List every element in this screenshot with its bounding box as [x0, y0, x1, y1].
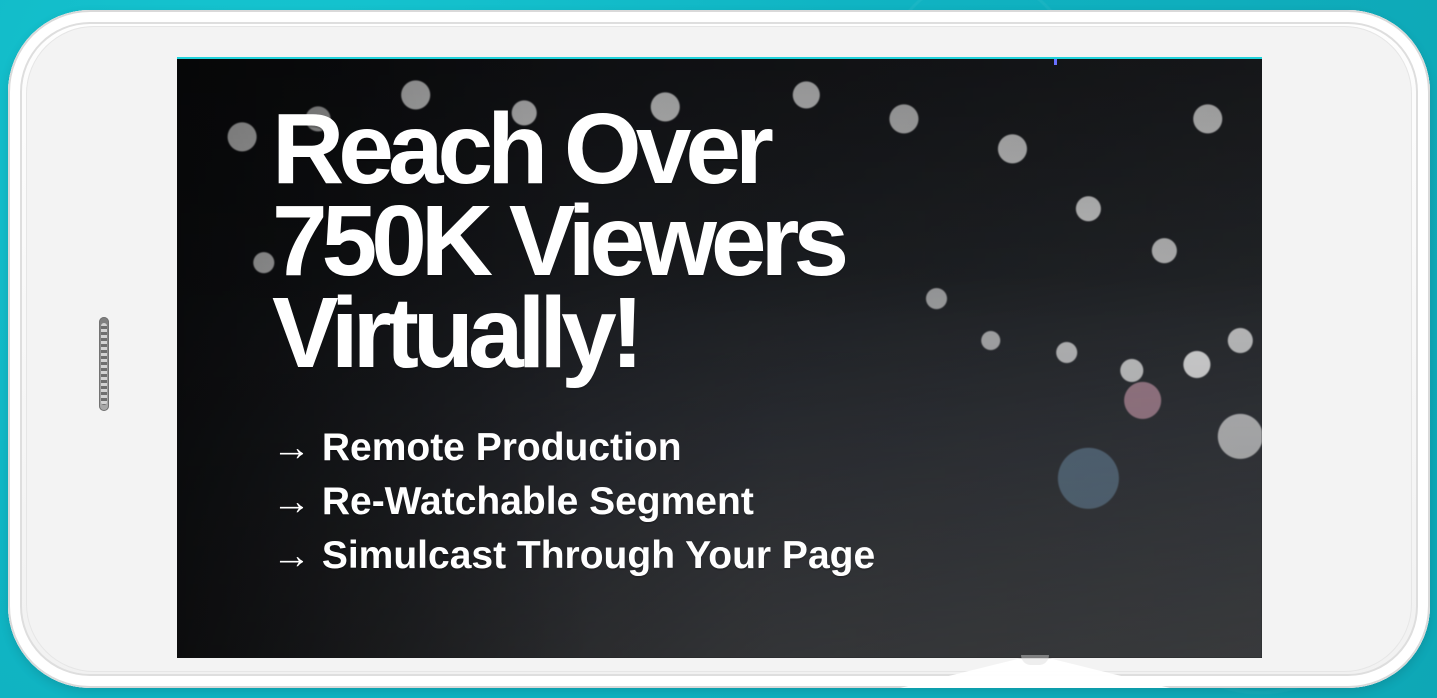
- phone-screen: Reach Over 750K Viewers Virtually! → Rem…: [177, 57, 1262, 658]
- feature-simulcast-page: → Simulcast Through Your Page: [272, 534, 876, 577]
- headline-line-1: Reach Over: [272, 93, 774, 205]
- speaker-grille-icon: [99, 317, 109, 411]
- feature-remote-production: → Remote Production: [272, 426, 682, 469]
- feature-list: → Remote Production → Re-Watchable Segme…: [272, 421, 1132, 583]
- headline-line-3: Virtually!: [272, 277, 644, 389]
- hero-content: Reach Over 750K Viewers Virtually! → Rem…: [272, 93, 1132, 583]
- headline-line-2: 750K Viewers: [272, 185, 849, 297]
- screen-indicator-dot: [1054, 59, 1057, 65]
- page-background: Reach Over 750K Viewers Virtually! → Rem…: [0, 0, 1437, 698]
- feature-rewatchable-segment: → Re-Watchable Segment: [272, 480, 754, 523]
